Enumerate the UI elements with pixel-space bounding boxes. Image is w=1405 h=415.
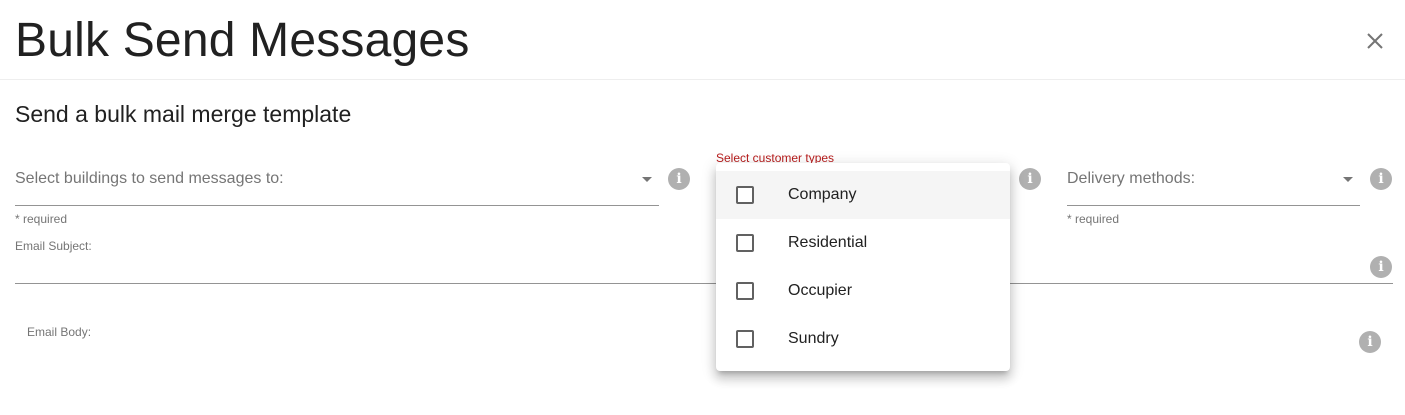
option-residential-label: Residential (788, 234, 868, 251)
option-sundry-label: Sundry (788, 330, 839, 347)
close-button[interactable] (1362, 28, 1388, 54)
delivery-methods-underline (1067, 205, 1360, 206)
option-occupier-label: Occupier (788, 282, 853, 299)
info-icon[interactable]: i (1359, 331, 1381, 353)
option-occupier[interactable]: Occupier (716, 267, 1010, 315)
buildings-select-underline (15, 205, 659, 206)
email-body-label: Email Body: (27, 325, 92, 339)
option-company[interactable]: Company (716, 171, 1010, 219)
info-icon[interactable]: i (668, 168, 690, 190)
checkbox-company[interactable] (736, 186, 754, 204)
delivery-required-hint: * required (1067, 212, 1120, 226)
checkbox-sundry[interactable] (736, 330, 754, 348)
email-subject-label: Email Subject: (15, 239, 92, 253)
close-icon (1367, 33, 1383, 49)
email-subject-underline (15, 283, 1393, 284)
option-company-label: Company (788, 186, 857, 203)
checkbox-occupier[interactable] (736, 282, 754, 300)
chevron-down-icon (642, 177, 652, 182)
checkbox-residential[interactable] (736, 234, 754, 252)
buildings-select[interactable]: Select buildings to send messages to: (15, 169, 659, 206)
info-icon[interactable]: i (1019, 168, 1041, 190)
info-icon[interactable]: i (1370, 168, 1392, 190)
dialog-title: Bulk Send Messages (15, 14, 470, 67)
option-residential[interactable]: Residential (716, 219, 1010, 267)
customer-types-dropdown: Company Residential Occupier Sundry (716, 163, 1010, 371)
dialog-header: Bulk Send Messages (0, 0, 1405, 80)
chevron-down-icon (1343, 177, 1353, 182)
email-body-editor[interactable] (15, 342, 1345, 402)
buildings-select-placeholder: Select buildings to send messages to: (15, 170, 284, 187)
email-subject-input[interactable] (15, 255, 1393, 284)
option-sundry[interactable]: Sundry (716, 315, 1010, 363)
info-icon[interactable]: i (1370, 256, 1392, 278)
section-subtitle: Send a bulk mail merge template (15, 101, 352, 127)
delivery-methods-select[interactable]: Delivery methods: (1067, 169, 1360, 206)
buildings-required-hint: * required (15, 212, 68, 226)
delivery-methods-placeholder: Delivery methods: (1067, 170, 1196, 187)
